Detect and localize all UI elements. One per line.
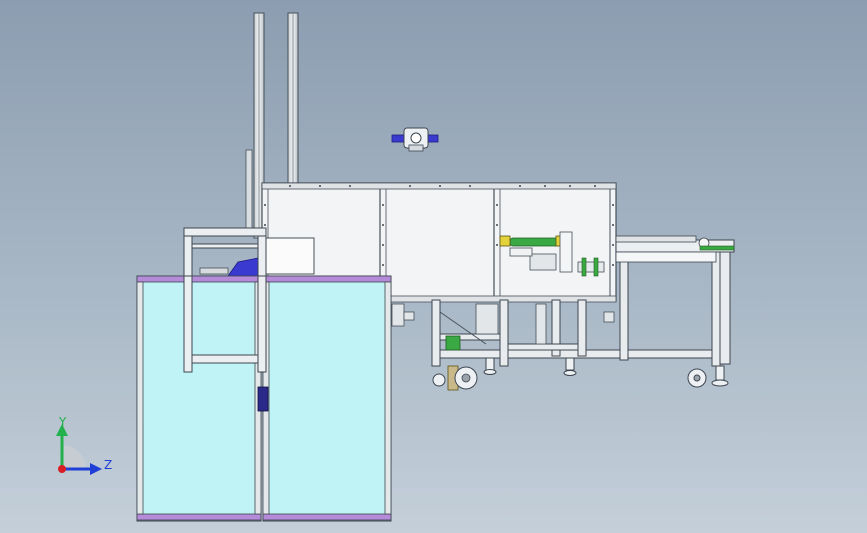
y-axis-label: Y: [58, 415, 67, 429]
post-bracket: [245, 149, 253, 229]
drive-motor: [445, 335, 478, 391]
floating-blue-clamp: [391, 127, 439, 152]
axis-triad: Y Z: [56, 415, 112, 475]
z-axis-label: Z: [104, 458, 112, 472]
triad-origin: [58, 465, 66, 473]
right-extension-table: [615, 235, 735, 263]
guard-hinge-latch: [257, 386, 269, 412]
triad-quadrant: [62, 445, 86, 469]
z-axis-arrowhead: [90, 463, 102, 475]
machine-assembly-drawing[interactable]: Y Z: [0, 0, 867, 533]
vertical-post-right: [287, 12, 299, 186]
caster-wheels: [432, 357, 729, 388]
guard-panel-left: [136, 275, 262, 522]
blue-drive-unit: [199, 257, 263, 277]
guard-panel-right: [262, 275, 392, 522]
control-box: [261, 237, 315, 275]
cad-viewport[interactable]: Y Z: [0, 0, 867, 533]
